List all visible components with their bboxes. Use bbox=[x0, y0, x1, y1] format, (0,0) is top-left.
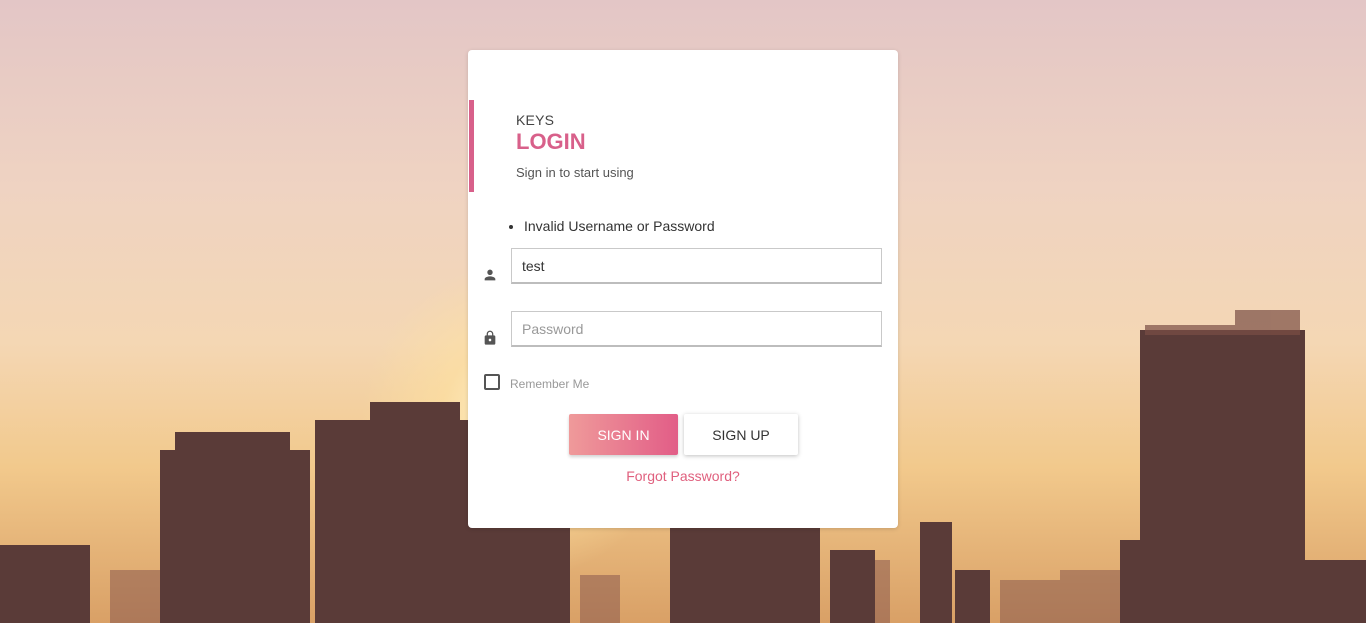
sign-in-button[interactable]: SIGN IN bbox=[569, 414, 678, 455]
username-input[interactable] bbox=[511, 248, 882, 284]
user-icon bbox=[484, 269, 496, 281]
error-list: Invalid Username or Password bbox=[508, 218, 715, 234]
accent-bar bbox=[469, 100, 474, 192]
page-title: LOGIN bbox=[516, 129, 586, 154]
remember-me-label[interactable]: Remember Me bbox=[510, 377, 589, 391]
password-input[interactable] bbox=[511, 311, 882, 347]
sign-up-button[interactable]: SIGN UP bbox=[684, 414, 798, 455]
remember-me-checkbox[interactable] bbox=[484, 374, 500, 390]
forgot-password-link[interactable]: Forgot Password? bbox=[468, 468, 898, 484]
login-card: KEYS LOGIN Sign in to start using Invali… bbox=[468, 50, 898, 528]
error-message: Invalid Username or Password bbox=[524, 218, 715, 234]
brand-name: KEYS bbox=[516, 112, 555, 128]
page-subtitle: Sign in to start using bbox=[516, 165, 634, 180]
lock-icon bbox=[484, 330, 496, 345]
